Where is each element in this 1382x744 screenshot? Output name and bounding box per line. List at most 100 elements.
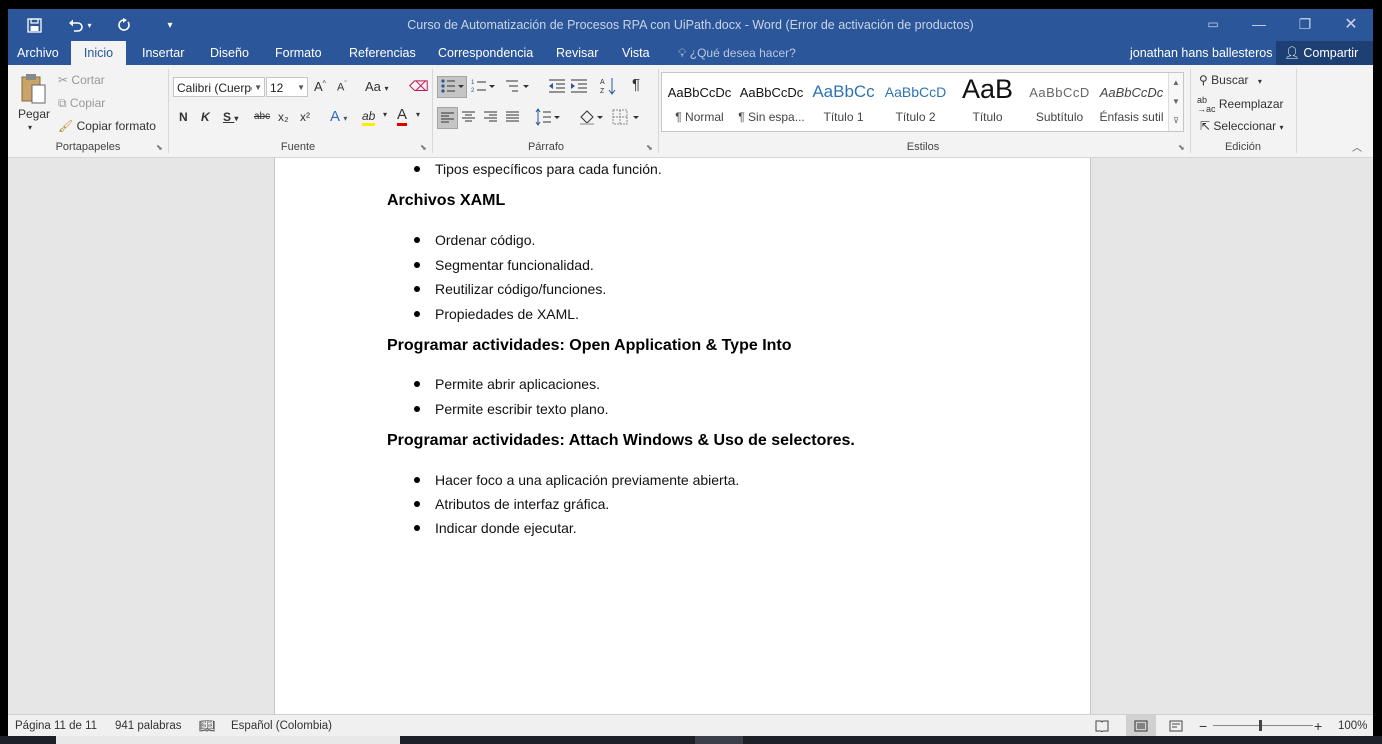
bold-button[interactable]: N [179, 110, 188, 124]
style-no-spacing[interactable]: AaBbCcDc ¶ Sin espa... [736, 73, 807, 131]
highlight-button[interactable]: ab [362, 109, 376, 126]
align-center-button[interactable] [461, 110, 476, 127]
font-color-dropdown-icon[interactable]: ▾ [416, 110, 420, 119]
taskbar-active-app[interactable] [695, 736, 743, 744]
subscript-button[interactable]: x₂ [278, 110, 289, 124]
list-item: Permite abrir aplicaciones. [414, 376, 600, 392]
tab-diseno[interactable]: Diseño [210, 41, 249, 65]
superscript-button[interactable]: x² [300, 110, 310, 124]
copy-button[interactable]: ⧉ Copiar [58, 96, 105, 111]
styles-scroll-down-icon[interactable]: ▼ [1168, 92, 1183, 111]
zoom-slider-thumb[interactable] [1259, 720, 1262, 731]
underline-button[interactable]: S ▾ [223, 110, 238, 124]
find-button[interactable]: ⚲ Buscar ▾ [1199, 73, 1262, 87]
search-icon: ⚲ [1199, 73, 1208, 87]
styles-more-icon[interactable]: ⊽ [1168, 111, 1183, 131]
share-button[interactable]: 👤︎ Compartir [1276, 41, 1373, 65]
replace-button[interactable]: ab →ac Reemplazar [1197, 96, 1284, 114]
replace-label: Reemplazar [1218, 97, 1284, 112]
print-layout-icon[interactable] [1126, 715, 1156, 736]
style-subtle-emphasis[interactable]: AaBbCcDc Énfasis sutil [1096, 73, 1167, 131]
zoom-level[interactable]: 100% [1338, 715, 1367, 736]
read-mode-icon[interactable] [1092, 715, 1112, 736]
decrease-indent-button[interactable] [548, 78, 566, 97]
change-case-button[interactable]: Aa ▾ [365, 79, 389, 94]
highlight-dropdown-icon[interactable]: ▾ [383, 110, 387, 119]
style-heading-1[interactable]: AaBbCc Título 1 [808, 73, 879, 131]
grow-font-button[interactable]: A^ [314, 79, 326, 94]
styles-scroll-up-icon[interactable]: ▲ [1168, 73, 1183, 92]
style-normal[interactable]: AaBbCcDc ¶ Normal [664, 73, 735, 131]
customize-qat-icon[interactable]: ▾ [160, 9, 180, 41]
chevron-down-icon: ▼ [252, 78, 262, 96]
italic-button[interactable]: K [201, 110, 210, 124]
tell-me-search[interactable]: 💡︎ ¿Qué desea hacer? [678, 41, 796, 65]
borders-button[interactable] [612, 108, 640, 129]
clear-formatting-button[interactable]: ⌫ [409, 78, 429, 95]
styles-launcher-icon[interactable]: ⬊ [1178, 143, 1185, 152]
section-heading: Programar actividades: Attach Windows & … [387, 432, 855, 449]
styles-group-label: Estilos [906, 141, 940, 153]
sort-button[interactable]: AZ [600, 76, 616, 99]
style-subtitle[interactable]: AaBbCcD Subtítulo [1024, 73, 1095, 131]
document-page[interactable]: Tipos específicos para cada función. Arc… [274, 158, 1091, 718]
save-icon[interactable] [22, 9, 46, 41]
multilevel-list-button[interactable] [505, 78, 531, 97]
restore-button[interactable]: ❐ [1282, 9, 1328, 39]
line-spacing-button[interactable] [535, 108, 561, 129]
shrink-font-button[interactable]: Aˇ [337, 81, 347, 94]
align-right-button[interactable] [483, 110, 498, 127]
redo-icon[interactable] [114, 9, 134, 41]
ribbon-display-options-button[interactable]: ▭ [1190, 9, 1236, 39]
svg-text:Z: Z [600, 88, 605, 95]
zoom-slider[interactable] [1213, 725, 1313, 726]
tab-inicio[interactable]: Inicio [71, 41, 126, 65]
person-icon: 👤︎ [1284, 46, 1300, 60]
shading-button[interactable] [578, 108, 604, 129]
list-item-text: Segmentar funcionalidad. [435, 257, 594, 273]
web-layout-icon[interactable] [1166, 715, 1186, 736]
minimize-button[interactable]: — [1236, 9, 1282, 39]
numbering-button[interactable]: 12 [471, 78, 497, 97]
tab-referencias[interactable]: Referencias [349, 41, 416, 65]
bullets-button[interactable] [437, 76, 467, 98]
increase-indent-button[interactable] [570, 78, 588, 97]
tab-correspondencia[interactable]: Correspondencia [438, 41, 533, 65]
tab-archivo[interactable]: Archivo [17, 41, 59, 65]
select-button[interactable]: ⇱ Seleccionar ▾ [1200, 119, 1283, 133]
strikethrough-button[interactable]: abc [254, 111, 270, 122]
language[interactable]: Español (Colombia) [231, 715, 332, 736]
undo-icon[interactable]: ▾ [66, 9, 94, 41]
justify-button[interactable] [505, 110, 520, 127]
font-launcher-icon[interactable]: ⬊ [420, 143, 427, 152]
page-count[interactable]: Página 11 de 11 [15, 715, 97, 736]
proofing-icon[interactable]: 📖︎ [199, 715, 216, 736]
user-name[interactable]: jonathan hans ballesteros [1130, 41, 1272, 65]
font-size-combo[interactable]: 12 ▼ [266, 77, 308, 97]
paragraph-launcher-icon[interactable]: ⬊ [646, 143, 653, 152]
clipboard-launcher-icon[interactable]: ⬊ [156, 143, 163, 152]
style-title[interactable]: AaB Título [952, 73, 1023, 131]
zoom-in-icon[interactable]: + [1314, 715, 1322, 736]
tab-insertar[interactable]: Insertar [142, 41, 184, 65]
show-marks-button[interactable]: ¶ [632, 76, 640, 93]
tab-vista[interactable]: Vista [622, 41, 650, 65]
tab-formato[interactable]: Formato [275, 41, 322, 65]
paintbrush-icon: 🖌︎ [58, 119, 74, 133]
style-heading-2[interactable]: AaBbCcD Título 2 [880, 73, 951, 131]
close-button[interactable]: ✕ [1328, 9, 1373, 39]
text-effects-button[interactable]: A ▾ [330, 108, 347, 125]
change-case-icon: Aa [365, 79, 381, 94]
word-count[interactable]: 941 palabras [115, 715, 182, 736]
taskbar-search-box[interactable] [56, 736, 400, 744]
paste-button[interactable]: Pegar ▾ [14, 71, 52, 137]
font-color-button[interactable]: A [397, 107, 408, 126]
zoom-out-icon[interactable]: − [1199, 715, 1207, 736]
tab-revisar[interactable]: Revisar [556, 41, 598, 65]
font-group-label: Fuente [280, 141, 316, 153]
font-name-combo[interactable]: Calibri (Cuerpo) ▼ [173, 77, 265, 97]
collapse-ribbon-icon[interactable]: ︿ [1352, 139, 1362, 154]
format-painter-button[interactable]: 🖌︎ Copiar formato [58, 119, 156, 133]
align-left-button[interactable] [437, 107, 458, 129]
cut-button[interactable]: ✂ Cortar [58, 73, 105, 87]
